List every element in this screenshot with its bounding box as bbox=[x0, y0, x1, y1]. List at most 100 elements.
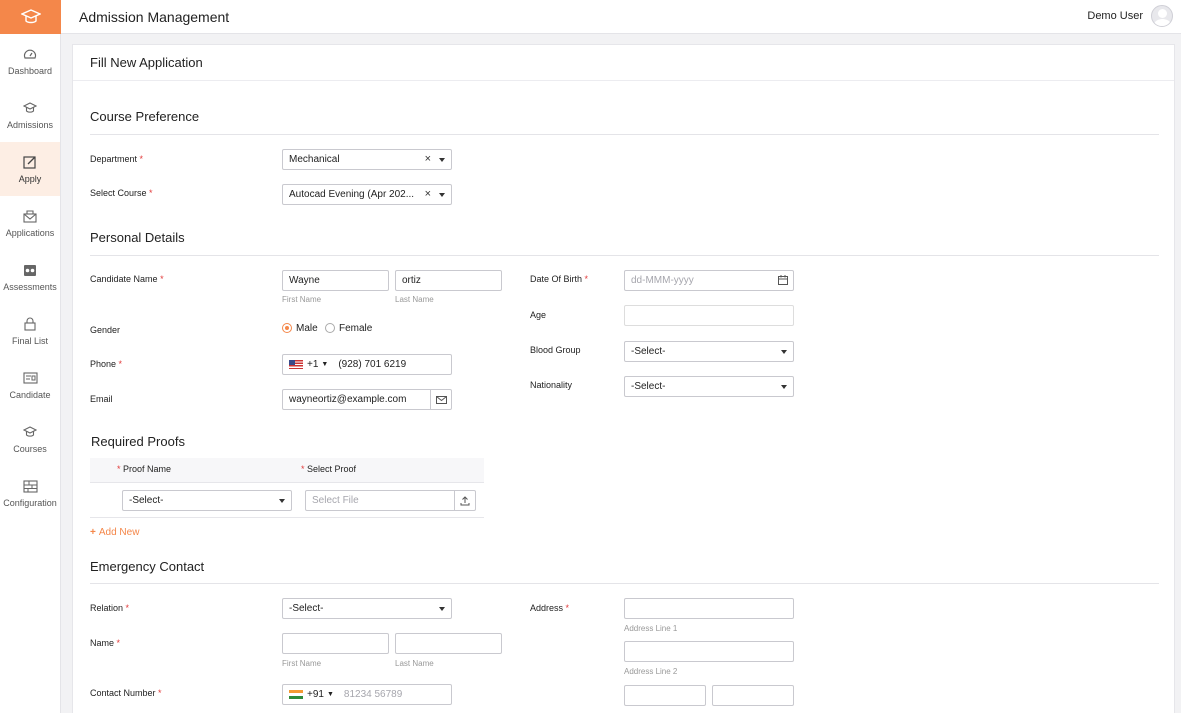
select-value: -Select- bbox=[631, 381, 666, 392]
address-line-1-input[interactable] bbox=[624, 598, 794, 619]
contact-number-input[interactable]: +91 ▼ 81234 56789 bbox=[282, 684, 452, 705]
sidebar-item-final-list[interactable]: Final List bbox=[0, 304, 60, 358]
divider bbox=[90, 255, 1159, 256]
sidebar: Dashboard Admissions Apply Applications … bbox=[0, 34, 61, 713]
last-name-input[interactable]: ortiz bbox=[395, 270, 502, 291]
email-input[interactable]: wayneortiz@example.com bbox=[282, 389, 452, 410]
nationality-label: Nationality bbox=[530, 380, 573, 390]
calendar-icon[interactable] bbox=[778, 275, 788, 288]
label-text: Phone bbox=[90, 359, 117, 369]
sidebar-item-label: Dashboard bbox=[7, 66, 53, 76]
proof-file-input[interactable]: Select File bbox=[305, 490, 476, 511]
emergency-last-name-input[interactable] bbox=[395, 633, 502, 654]
country-code[interactable]: +1 bbox=[307, 359, 318, 370]
country-code[interactable]: +91 bbox=[307, 689, 324, 700]
user-name: Demo User bbox=[1087, 10, 1143, 22]
input-value: (928) 701 6219 bbox=[338, 359, 407, 370]
input-placeholder: dd-MMM-yyyy bbox=[631, 275, 694, 286]
chevron-down-icon[interactable]: ▼ bbox=[327, 691, 334, 698]
graduation-cap-icon bbox=[22, 100, 38, 116]
input-value: wayneortiz@example.com bbox=[289, 394, 407, 405]
state-input[interactable] bbox=[712, 685, 794, 706]
sidebar-item-admissions[interactable]: Admissions bbox=[0, 88, 60, 142]
label-text: Address bbox=[530, 603, 564, 613]
sidebar-item-label: Apply bbox=[18, 174, 42, 184]
chevron-down-icon[interactable]: ▼ bbox=[321, 361, 328, 368]
radio-unchecked[interactable] bbox=[325, 323, 335, 334]
sidebar-item-apply[interactable]: Apply bbox=[0, 142, 60, 196]
table-row-divider bbox=[90, 517, 484, 518]
blood-group-label: Blood Group bbox=[530, 345, 581, 355]
sidebar-item-configuration[interactable]: Configuration bbox=[0, 466, 60, 520]
dob-input[interactable]: dd-MMM-yyyy bbox=[624, 270, 794, 291]
label-text: Candidate Name bbox=[90, 274, 158, 284]
sidebar-item-label: Assessments bbox=[3, 282, 57, 292]
required-mark: * bbox=[149, 188, 153, 198]
avatar[interactable] bbox=[1151, 5, 1173, 27]
gender-male-option[interactable]: Male bbox=[282, 323, 318, 334]
mail-icon[interactable] bbox=[430, 390, 451, 409]
address-line-1-hint: Address Line 1 bbox=[624, 624, 678, 633]
dashboard-icon bbox=[22, 46, 38, 62]
contact-number-label: Contact Number * bbox=[90, 688, 162, 698]
section-course-preference: Course Preference bbox=[90, 109, 200, 124]
column-label: Select Proof bbox=[307, 464, 357, 474]
course-label: Select Course * bbox=[90, 188, 153, 198]
application-form: Fill New Application Course Preference D… bbox=[72, 44, 1175, 713]
inbox-icon bbox=[22, 208, 38, 224]
required-mark: * bbox=[139, 154, 144, 164]
label-text: Department bbox=[90, 154, 138, 164]
emergency-name-label: Name * bbox=[90, 638, 120, 648]
chevron-down-icon bbox=[781, 385, 787, 389]
input-value: ortiz bbox=[402, 275, 421, 286]
nationality-select[interactable]: -Select- bbox=[624, 376, 794, 397]
proofs-table-header: * Proof Name * Select Proof bbox=[90, 458, 484, 483]
required-mark: * bbox=[117, 464, 121, 474]
blood-group-select[interactable]: -Select- bbox=[624, 341, 794, 362]
graduation-cap-icon bbox=[22, 424, 38, 440]
required-mark: * bbox=[158, 688, 162, 698]
input-placeholder: Select File bbox=[312, 495, 359, 506]
select-value: Mechanical bbox=[289, 154, 340, 165]
top-bar: Admission Management Demo User bbox=[0, 0, 1181, 34]
sidebar-item-courses[interactable]: Courses bbox=[0, 412, 60, 466]
sidebar-item-assessments[interactable]: Assessments bbox=[0, 250, 60, 304]
chevron-down-icon bbox=[279, 499, 285, 503]
relation-select[interactable]: -Select- bbox=[282, 598, 452, 619]
label-text: Contact Number bbox=[90, 688, 156, 698]
column-proof-name: * Proof Name bbox=[117, 464, 171, 474]
input-value: Wayne bbox=[289, 275, 320, 286]
first-name-input[interactable]: Wayne bbox=[282, 270, 389, 291]
section-personal-details: Personal Details bbox=[90, 230, 185, 245]
clear-icon[interactable]: × bbox=[425, 188, 431, 200]
age-input bbox=[624, 305, 794, 326]
required-mark: * bbox=[565, 603, 570, 613]
sidebar-item-candidate[interactable]: Candidate bbox=[0, 358, 60, 412]
divider bbox=[90, 134, 1159, 135]
age-label: Age bbox=[530, 310, 547, 320]
logo[interactable] bbox=[0, 0, 61, 34]
label-text: Date Of Birth bbox=[530, 274, 583, 284]
select-value: -Select- bbox=[289, 603, 324, 614]
emergency-first-name-input[interactable] bbox=[282, 633, 389, 654]
add-new-proof-button[interactable]: + Add New bbox=[90, 527, 139, 538]
phone-input[interactable]: +1 ▼ (928) 701 6219 bbox=[282, 354, 452, 375]
label-text: Relation bbox=[90, 603, 124, 613]
department-select[interactable]: Mechanical × bbox=[282, 149, 452, 170]
user-menu[interactable]: Demo User bbox=[1087, 5, 1173, 27]
proof-name-select[interactable]: -Select- bbox=[122, 490, 292, 511]
gender-female-option[interactable]: Female bbox=[325, 323, 372, 334]
sidebar-item-applications[interactable]: Applications bbox=[0, 196, 60, 250]
phone-label: Phone * bbox=[90, 359, 122, 369]
clear-icon[interactable]: × bbox=[425, 153, 431, 165]
upload-icon[interactable] bbox=[454, 491, 475, 510]
city-input[interactable] bbox=[624, 685, 706, 706]
section-emergency-contact: Emergency Contact bbox=[90, 559, 205, 574]
candidate-name-label: Candidate Name * bbox=[90, 274, 164, 284]
sidebar-item-dashboard[interactable]: Dashboard bbox=[0, 34, 60, 88]
radio-checked[interactable] bbox=[282, 323, 292, 334]
address-line-2-input[interactable] bbox=[624, 641, 794, 662]
chevron-down-icon bbox=[439, 158, 445, 162]
sidebar-item-label: Courses bbox=[13, 444, 47, 454]
course-select[interactable]: Autocad Evening (Apr 202... × bbox=[282, 184, 452, 205]
